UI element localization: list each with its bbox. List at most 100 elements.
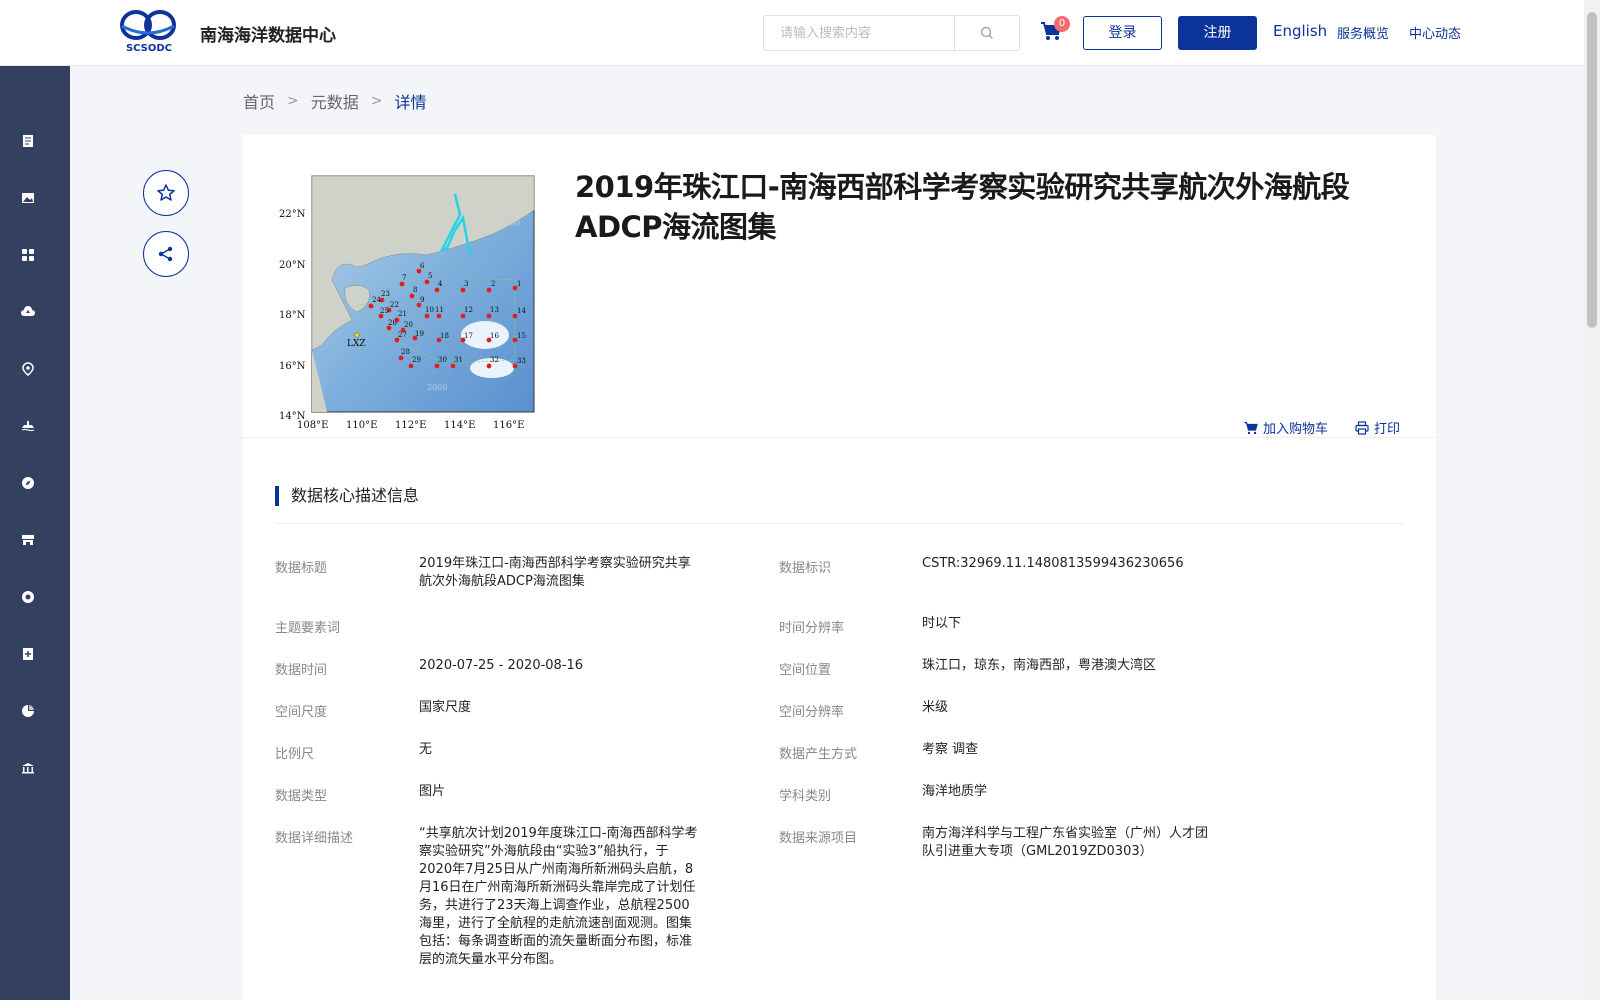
svg-text:16°N: 16°N (279, 361, 306, 372)
field-label-time-resolution: 时间分辨率 (779, 621, 845, 636)
field-value-location: 珠江口，琼东，南海西部，粤港澳大湾区 (922, 658, 1157, 673)
svg-text:10: 10 (425, 306, 434, 314)
cart-button[interactable]: 0 (1040, 16, 1070, 44)
svg-text:5: 5 (428, 272, 432, 280)
field-value-data-time: 2020-07-25 - 2020-08-16 (419, 658, 584, 673)
field-label-title: 数据标题 (275, 561, 328, 576)
ship-icon[interactable] (21, 419, 35, 433)
store-icon[interactable] (21, 533, 35, 547)
scsodc-logo[interactable]: SCSODC (118, 8, 180, 54)
svg-text:18°N: 18°N (279, 310, 306, 321)
site-title[interactable]: 南海海洋数据中心 (200, 21, 336, 46)
svg-text:24: 24 (372, 296, 381, 304)
field-label-generation-method: 数据产生方式 (779, 747, 858, 762)
chevron-right-icon: > (287, 93, 299, 109)
field-label-spatial-scale: 空间尺度 (275, 705, 328, 720)
svg-text:30: 30 (438, 356, 447, 364)
compass-icon[interactable] (21, 476, 35, 490)
svg-text:22: 22 (390, 301, 399, 309)
svg-text:112°E: 112°E (395, 420, 426, 431)
svg-text:110°E: 110°E (346, 420, 377, 431)
svg-text:16: 16 (490, 332, 499, 340)
support-icon[interactable] (21, 590, 35, 604)
svg-text:32: 32 (490, 356, 499, 364)
login-button[interactable]: 登录 (1083, 16, 1162, 50)
register-button[interactable]: 注册 (1178, 16, 1257, 50)
breadcrumb-home[interactable]: 首页 (243, 89, 275, 113)
star-icon (157, 184, 175, 201)
favorite-button[interactable] (143, 170, 189, 216)
cart-count-badge: 0 (1054, 16, 1070, 32)
svg-text:20°N: 20°N (279, 260, 306, 271)
field-value-discipline: 海洋地质学 (922, 784, 988, 799)
location-pin-icon[interactable] (21, 362, 35, 376)
svg-text:15: 15 (517, 332, 526, 340)
field-value-time-resolution: 时以下 (922, 616, 962, 631)
nav-center-news[interactable]: 中心动态 (1409, 23, 1461, 42)
section-title: 数据核心描述信息 (275, 486, 419, 506)
svg-text:LXZ: LXZ (347, 339, 366, 349)
field-value-description: “共享航次计划2019年度珠江口-南海西部科学考察实验研究”外海航段由“实验3”… (419, 826, 698, 967)
search-input[interactable] (764, 16, 954, 50)
field-value-generation-method: 考察 调查 (922, 742, 979, 757)
field-value-source-project: 南方海洋科学与工程广东省实验室（广州）人才团队引进重大专项（GML2019ZD0… (922, 826, 1209, 859)
field-label-description: 数据详细描述 (275, 831, 354, 846)
field-label-data-time: 数据时间 (275, 663, 328, 678)
cruise-station-map[interactable]: 1234 5678 910 11 12 13 141516 17181920 2122… (277, 170, 539, 432)
dataset-title: 2019年珠江口-南海西部科学考察实验研究共享航次外海航段ADCP海流图集 (575, 170, 1350, 244)
svg-text:23: 23 (381, 290, 390, 298)
field-value-scale-ratio: 无 (419, 742, 433, 757)
field-label-keywords: 主题要素词 (275, 621, 341, 636)
field-value-spatial-scale: 国家尺度 (419, 700, 472, 715)
left-sidebar (0, 66, 70, 1000)
svg-text:19: 19 (415, 330, 424, 338)
breadcrumb-metadata[interactable]: 元数据 (311, 89, 359, 113)
share-button[interactable] (143, 231, 189, 277)
printer-icon (1355, 420, 1369, 435)
document-icon[interactable] (21, 134, 35, 148)
cloud-upload-icon[interactable] (21, 305, 35, 319)
svg-text:18: 18 (440, 332, 449, 340)
add-to-cart-button[interactable]: 加入购物车 (1244, 418, 1328, 437)
search-button[interactable] (954, 16, 1019, 50)
svg-text:25: 25 (380, 307, 389, 315)
scroll-thumb[interactable] (1587, 12, 1597, 328)
svg-text:14: 14 (517, 307, 526, 315)
institution-icon[interactable] (21, 761, 35, 775)
image-icon[interactable] (21, 191, 35, 205)
svg-text:200: 200 (505, 219, 520, 228)
chevron-right-icon: > (370, 93, 383, 109)
field-label-discipline: 学科类别 (779, 789, 832, 804)
svg-text:114°E: 114°E (444, 420, 475, 431)
field-value-spatial-resolution: 米级 (922, 700, 949, 715)
pie-chart-icon[interactable] (21, 704, 35, 718)
svg-text:9: 9 (420, 296, 424, 304)
share-icon (158, 246, 173, 262)
field-label-spatial-resolution: 空间分辨率 (779, 705, 845, 720)
svg-text:108°E: 108°E (297, 420, 328, 431)
svg-text:7: 7 (402, 274, 406, 282)
grid-icon[interactable] (21, 248, 35, 262)
top-header: SCSODC 南海海洋数据中心 0 登录 注册 English 服务概览 中心动… (0, 0, 1584, 66)
nav-english[interactable]: English (1273, 22, 1327, 40)
print-label: 打印 (1374, 422, 1401, 437)
card-divider (243, 437, 1436, 438)
svg-text:20: 20 (404, 321, 413, 329)
svg-text:2000: 2000 (427, 383, 447, 392)
svg-text:2: 2 (491, 280, 495, 288)
svg-text:21: 21 (398, 310, 407, 318)
nav-service-overview[interactable]: 服务概览 (1337, 23, 1389, 42)
page-scrollbar[interactable] (1584, 0, 1600, 1000)
print-button[interactable]: 打印 (1355, 418, 1400, 437)
svg-text:29: 29 (412, 356, 421, 364)
svg-text:13: 13 (490, 306, 499, 314)
svg-text:28: 28 (401, 348, 410, 356)
section-divider (275, 523, 1404, 524)
svg-text:33: 33 (517, 357, 526, 365)
field-label-identifier: 数据标识 (779, 561, 832, 576)
add-document-icon[interactable] (21, 647, 35, 661)
svg-text:17: 17 (464, 332, 473, 340)
svg-text:27: 27 (398, 331, 407, 339)
field-value-title: 2019年珠江口-南海西部科学考察实验研究共享航次外海航段ADCP海流图集 (419, 556, 691, 589)
svg-text:1: 1 (517, 280, 521, 288)
